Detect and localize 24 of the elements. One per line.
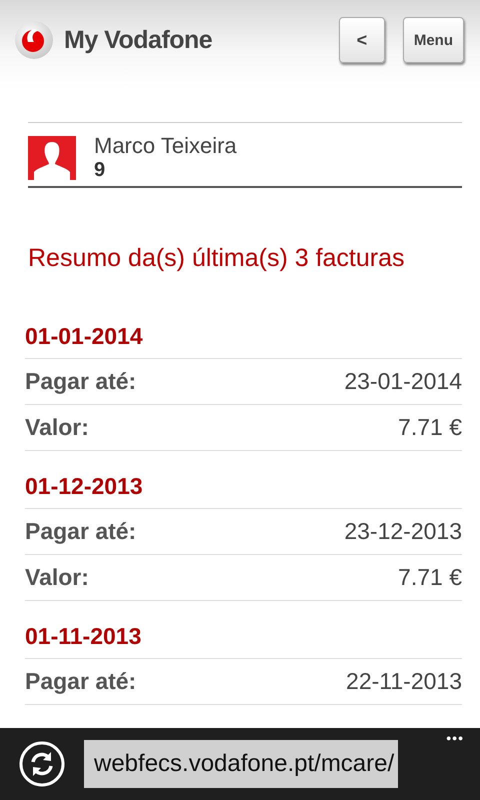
refresh-icon[interactable] xyxy=(18,740,66,788)
field-value: 23-01-2014 xyxy=(344,368,462,395)
field-value: 23-12-2013 xyxy=(344,518,462,545)
invoice-date: 01-12-2013 xyxy=(25,451,462,509)
field-value: 7.71 € xyxy=(398,414,462,441)
field-value: 7.71 € xyxy=(398,564,462,591)
field-label: Valor: xyxy=(25,414,89,441)
field-label: Pagar até: xyxy=(25,368,136,395)
logo-icon xyxy=(14,20,54,60)
invoice-date: 01-11-2013 xyxy=(25,601,462,659)
summary-title: Resumo da(s) última(s) 3 facturas xyxy=(28,244,406,273)
invoice-date: 01-01-2014 xyxy=(25,273,462,359)
app-title: My Vodafone xyxy=(64,26,212,54)
back-button[interactable]: < xyxy=(338,17,385,63)
field-label: Pagar até: xyxy=(25,518,136,545)
avatar-icon xyxy=(28,136,76,180)
profile-name: Marco Teixeira xyxy=(94,133,237,159)
profile-number: 9 xyxy=(94,159,106,182)
field-label: Valor: xyxy=(25,564,89,591)
menu-button[interactable]: Menu xyxy=(402,17,464,63)
field-label: Pagar até: xyxy=(25,668,136,695)
more-button[interactable]: ••• xyxy=(446,730,464,746)
field-value: 22-11-2013 xyxy=(346,668,462,695)
address-field[interactable]: webfecs.vodafone.pt/mcare/ xyxy=(84,740,398,788)
